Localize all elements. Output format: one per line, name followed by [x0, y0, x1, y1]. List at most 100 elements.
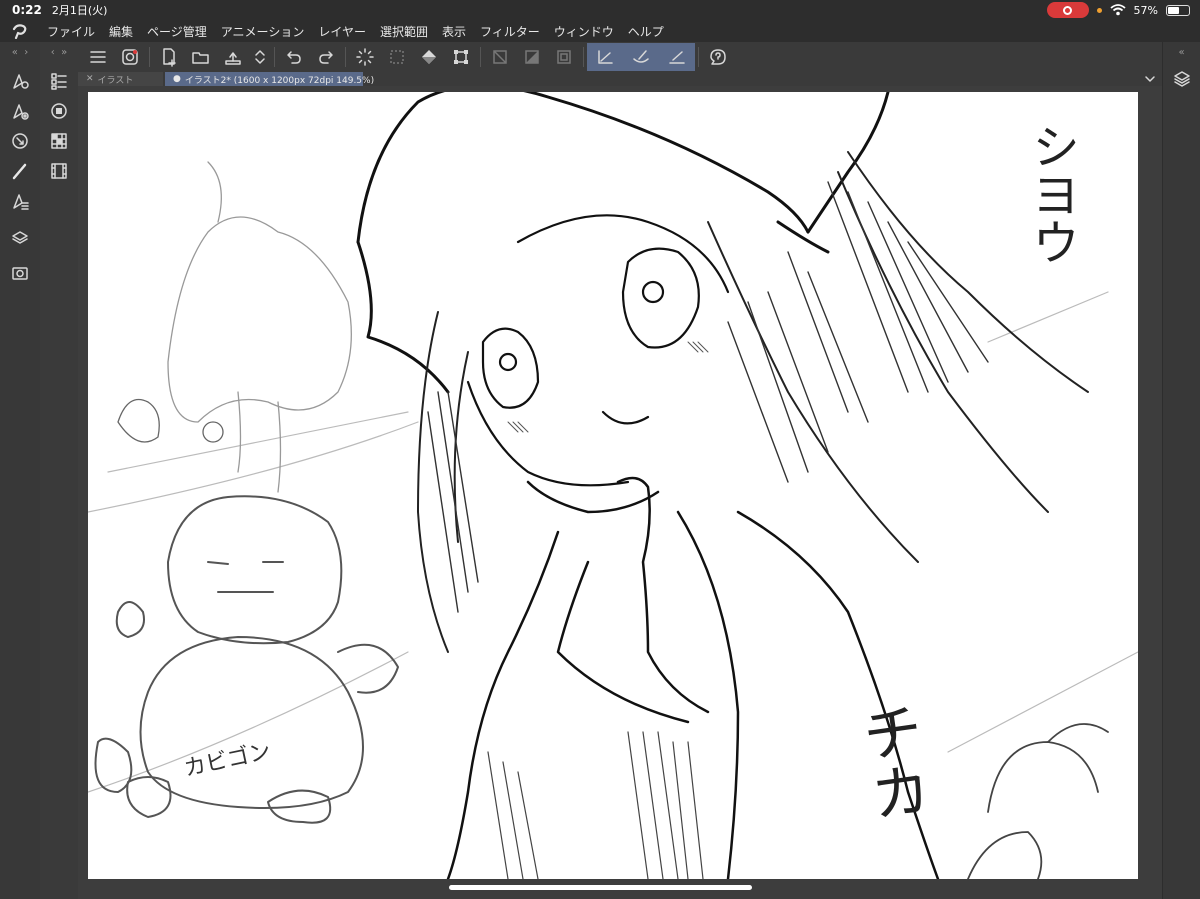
redo-icon [319, 51, 333, 64]
tabs-dropdown-button[interactable] [1140, 72, 1160, 86]
tab-label: イラスト2* (1600 x 1200px 72dpi 149.5%) [184, 75, 375, 86]
home-indicator[interactable] [449, 885, 752, 890]
sub-tool-button[interactable] [0, 186, 40, 216]
brush-size-button[interactable] [0, 96, 40, 126]
right-rail: « [1162, 42, 1200, 899]
open-icon [192, 52, 209, 64]
stabilize-1-icon [598, 50, 613, 64]
toolbar-separator [698, 47, 699, 67]
undo-button[interactable] [278, 43, 310, 71]
pen-tool-button[interactable] [0, 156, 40, 186]
layer-list-button[interactable] [40, 66, 78, 96]
animation-icon [51, 163, 67, 179]
layer-panel-button[interactable] [1163, 64, 1200, 94]
pen-tool-icon [12, 163, 27, 180]
brush-size-icon [13, 104, 29, 120]
menu-item-9[interactable]: ヘルプ [621, 23, 671, 40]
collapse-left-arrows[interactable]: « › [0, 42, 40, 62]
transform-button[interactable] [445, 43, 477, 71]
menu-item-7[interactable]: フィルター [473, 23, 547, 40]
close-icon[interactable]: ✕ [86, 74, 94, 84]
menu-items: ファイル 編集 ページ管理 アニメーション レイヤー 選択範囲 表示 フィルター ウィンドウ ヘル… [40, 23, 671, 40]
handwriting-label-top-right: シヨウ [1023, 122, 1079, 266]
save-button[interactable] [217, 43, 249, 71]
material-button[interactable] [0, 258, 40, 288]
snap-grid-button[interactable] [548, 43, 580, 71]
loading-icon [356, 48, 374, 66]
menu-item-3[interactable]: アニメーション [214, 23, 312, 40]
layer-property-icon [12, 231, 28, 244]
menu-item-0[interactable]: ファイル [40, 23, 102, 40]
navigator-button[interactable] [0, 126, 40, 156]
clip-studio-logo-icon [12, 24, 27, 39]
command-bar [78, 42, 1200, 72]
stepper-button[interactable] [249, 43, 271, 71]
unsaved-dot-icon: ● [173, 74, 181, 84]
color-set-button[interactable] [40, 126, 78, 156]
mic-indicator-icon [1096, 7, 1102, 13]
layer-property-button[interactable] [0, 222, 40, 252]
color-circle-icon [51, 103, 67, 119]
menu-item-5[interactable]: 選択範囲 [373, 23, 435, 40]
tab-illust-1[interactable]: ✕ イラスト [78, 72, 163, 86]
left-rail-secondary: ‹ » [40, 42, 78, 899]
snap-ruler-button[interactable] [484, 43, 516, 71]
handwriting-label-bottom-right: チカ [847, 697, 935, 827]
status-date: 2月1日(火) [51, 4, 108, 17]
fill-icon [422, 50, 436, 64]
drawing-canvas[interactable]: シヨウ カビゴン チカ [88, 92, 1138, 879]
toolbar-separator [274, 47, 275, 67]
color-set-icon [51, 133, 67, 149]
menu-item-1[interactable]: 編集 [102, 23, 140, 40]
transform-icon [454, 50, 468, 64]
tool-property-button[interactable] [0, 66, 40, 96]
status-right: 57% [1046, 2, 1190, 18]
save-icon [225, 52, 241, 65]
loading-button[interactable] [349, 43, 381, 71]
companion-icon [122, 49, 138, 65]
new-button[interactable] [153, 43, 185, 71]
menu-item-2[interactable]: ページ管理 [140, 23, 214, 40]
snap-special-button[interactable] [516, 43, 548, 71]
menu-item-8[interactable]: ウィンドウ [547, 23, 621, 40]
wifi-icon [1109, 4, 1126, 16]
material-icon [12, 267, 28, 280]
app-logo[interactable] [0, 23, 40, 39]
record-icon [1063, 5, 1073, 15]
select-clear-icon [390, 50, 404, 64]
color-circle-button[interactable] [40, 96, 78, 126]
battery-percent: 57% [1133, 3, 1158, 17]
menu-item-4[interactable]: レイヤー [311, 23, 373, 40]
left-rail-primary: « › [0, 42, 40, 899]
companion-button[interactable] [114, 43, 146, 71]
chevron-down-icon [1145, 76, 1155, 82]
collapse-right-arrows[interactable]: « [1163, 42, 1200, 62]
help-button[interactable] [702, 43, 734, 71]
open-button[interactable] [185, 43, 217, 71]
undo-icon [287, 51, 301, 64]
tab-illust-2[interactable]: ● イラスト2* (1600 x 1200px 72dpi 149.5%) [165, 72, 374, 86]
stabilize-3-button[interactable] [659, 43, 695, 71]
stabilize-3-icon [669, 51, 685, 64]
select-clear-button[interactable] [381, 43, 413, 71]
screen-recording-indicator[interactable] [1046, 2, 1089, 18]
layers-icon [1173, 71, 1190, 87]
menu-button[interactable] [82, 43, 114, 71]
stepper-icon [255, 50, 265, 64]
toolbar-separator [583, 47, 584, 67]
fill-button[interactable] [413, 43, 445, 71]
help-icon [710, 49, 726, 65]
menu-item-6[interactable]: 表示 [435, 23, 473, 40]
snap-grid-icon [557, 50, 571, 64]
status-bar: 0:22 2月1日(火) 57% [0, 0, 1200, 20]
tab-label: イラスト [97, 75, 134, 86]
menu-bar: ファイル 編集 ページ管理 アニメーション レイヤー 選択範囲 表示 フィルター ウィンドウ ヘル… [0, 20, 1200, 42]
snap-ruler-icon [493, 50, 507, 64]
collapse-arrows[interactable]: ‹ » [40, 42, 78, 62]
animation-button[interactable] [40, 156, 78, 186]
battery-icon [1166, 4, 1190, 16]
stabilize-2-button[interactable] [623, 43, 659, 71]
navigator-icon [12, 133, 28, 149]
stabilize-1-button[interactable] [587, 43, 623, 71]
redo-button[interactable] [310, 43, 342, 71]
